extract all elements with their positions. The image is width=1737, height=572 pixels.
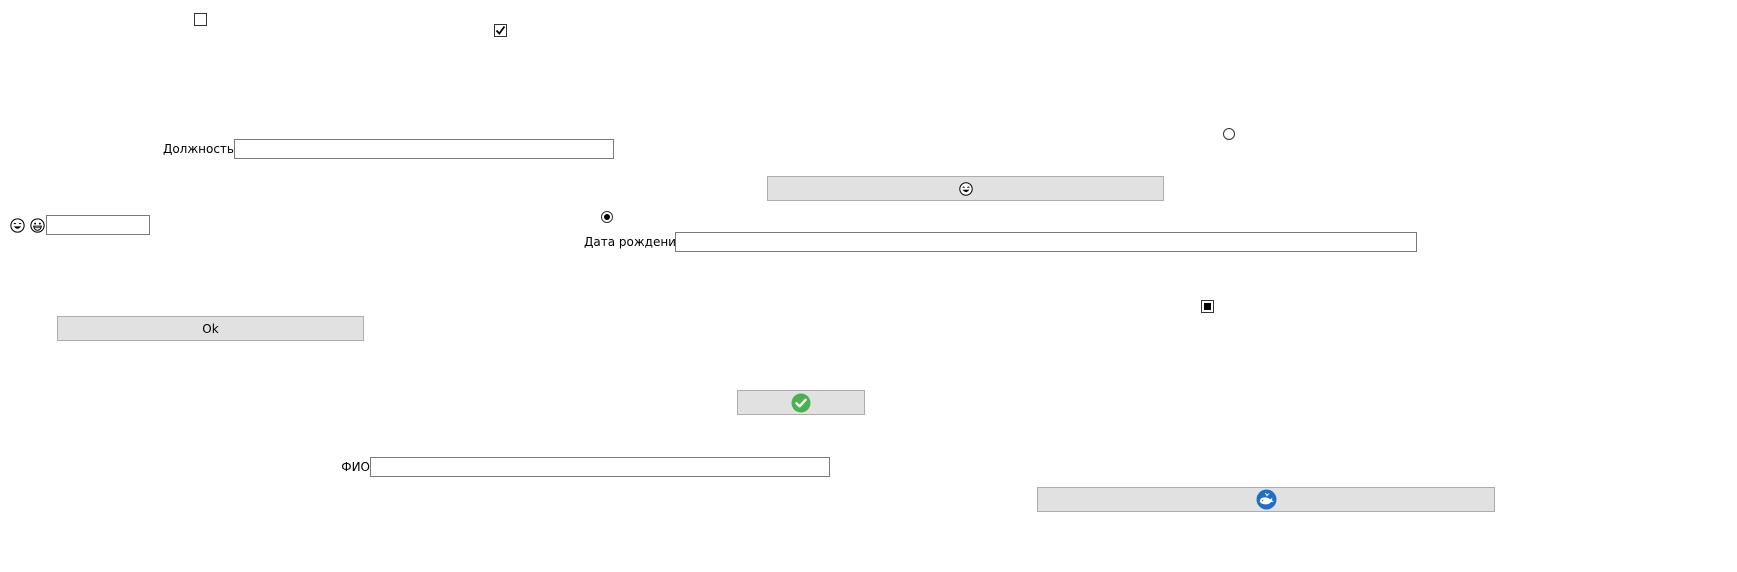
grinning-face-icon [30,218,45,233]
radio-button-selected[interactable] [601,211,613,223]
check-button[interactable] [737,390,865,415]
position-input[interactable] [234,139,614,159]
emoji-field[interactable] [46,215,150,235]
checkbox-checked[interactable] [494,24,507,37]
checkmark-icon [495,25,506,35]
ok-button[interactable]: Ok [57,316,364,341]
radio-button-unselected[interactable] [1223,128,1235,140]
fio-input[interactable] [370,457,830,477]
emoji-button[interactable] [767,176,1164,201]
whale-icon [1256,489,1276,510]
checkbox-unchecked[interactable] [194,13,207,26]
birth-date-label: Дата рождения [584,235,684,249]
checkbox-indeterminate[interactable] [1201,300,1214,313]
laughing-face-icon [958,181,973,196]
position-label: Должность [162,142,234,156]
green-check-circle-icon [791,393,811,412]
radio-dot [604,214,610,220]
laughing-face-icon [10,218,25,233]
whale-button[interactable] [1037,487,1495,512]
fio-label: ФИО [341,460,370,474]
birth-date-input[interactable] [675,232,1417,252]
indeterminate-square [1204,303,1211,310]
